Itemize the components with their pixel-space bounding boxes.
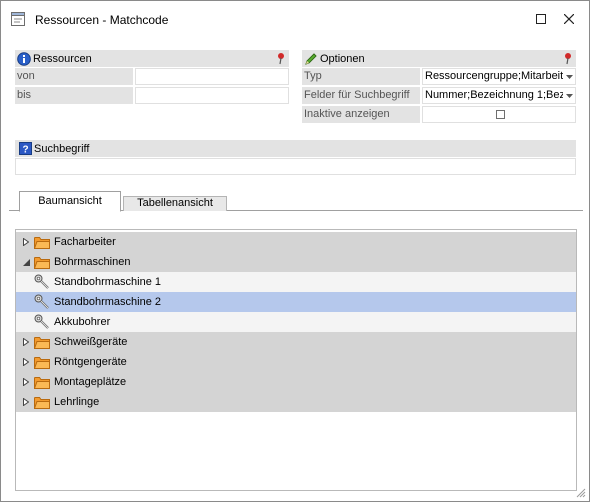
window-title: Ressourcen - Matchcode (35, 13, 169, 27)
bis-label: bis (15, 87, 133, 104)
folder-icon (34, 256, 50, 269)
inaktive-label: Inaktive anzeigen (302, 106, 420, 123)
tree-node-label: Facharbeiter (54, 236, 116, 248)
ressourcen-header: Ressourcen (15, 50, 289, 67)
collapse-arrow-icon[interactable] (21, 257, 31, 267)
tree-node-label: Akkubohrer (54, 316, 111, 328)
tree-group-row[interactable]: Lehrlinge (16, 392, 576, 412)
pencil-icon (305, 52, 317, 65)
tree-group-row[interactable]: Bohrmaschinen (16, 252, 576, 272)
suchbegriff-title: Suchbegriff (34, 142, 90, 155)
tree-node-label: Standbohrmaschine 1 (54, 276, 162, 288)
close-icon (564, 14, 574, 24)
title-bar[interactable]: Ressourcen - Matchcode (1, 1, 589, 37)
close-button[interactable] (554, 7, 584, 31)
felder-label: Felder für Suchbegriff (302, 87, 420, 104)
tree-item-row[interactable]: Standbohrmaschine 2 (16, 292, 576, 312)
folder-icon (34, 236, 50, 249)
folder-icon (34, 336, 50, 349)
svg-text:?: ? (22, 145, 28, 156)
expand-arrow-icon[interactable] (21, 377, 31, 387)
tree-group-row[interactable]: Röntgengeräte (16, 352, 576, 372)
tree-item-row[interactable]: Akkubohrer (16, 312, 576, 332)
tree-item-row[interactable]: Standbohrmaschine 1 (16, 272, 576, 292)
inaktive-checkbox[interactable] (496, 110, 505, 119)
wrench-icon (34, 294, 49, 309)
tab-baumansicht-label: Baumansicht (38, 195, 102, 207)
felder-value: Nummer;Bezeichnung 1;Bezeichnung 2 (425, 89, 575, 101)
pin-icon[interactable] (563, 52, 573, 65)
folder-icon (34, 396, 50, 409)
typ-combo[interactable]: Ressourcengruppe;Mitarbeiter (422, 68, 576, 85)
folder-icon (34, 356, 50, 369)
typ-label: Typ (302, 68, 420, 85)
tab-baumansicht[interactable]: Baumansicht (19, 191, 121, 212)
wrench-icon (34, 274, 49, 289)
von-input[interactable] (135, 68, 289, 85)
expand-arrow-icon[interactable] (21, 337, 31, 347)
wrench-icon (34, 314, 49, 329)
tab-tabellenansicht-label: Tabellenansicht (137, 197, 213, 209)
chevron-down-icon[interactable] (563, 88, 575, 103)
maximize-button[interactable] (526, 7, 556, 31)
folder-icon (34, 376, 50, 389)
tree-node-label: Bohrmaschinen (54, 256, 131, 268)
expand-arrow-icon[interactable] (21, 237, 31, 247)
ressourcen-title: Ressourcen (33, 52, 92, 65)
suchbegriff-input[interactable] (15, 158, 576, 175)
bis-input[interactable] (135, 87, 289, 104)
tree-group-row[interactable]: Schweißgeräte (16, 332, 576, 352)
suchbegriff-header: ? Suchbegriff (15, 140, 576, 157)
felder-combo[interactable]: Nummer;Bezeichnung 1;Bezeichnung 2 (422, 87, 576, 104)
matchcode-window: Ressourcen - Matchcode Ressourcen von bi… (0, 0, 590, 502)
tree-node-label: Lehrlinge (54, 396, 100, 408)
tree-group-row[interactable]: Facharbeiter (16, 232, 576, 252)
help-icon: ? (19, 142, 32, 155)
optionen-header: Optionen (302, 50, 576, 67)
maximize-icon (536, 14, 546, 24)
chevron-down-icon[interactable] (563, 69, 575, 84)
tree-node-label: Montageplätze (54, 376, 127, 388)
tree-group-row[interactable]: Montageplätze (16, 372, 576, 392)
typ-value: Ressourcengruppe;Mitarbeiter (425, 70, 573, 82)
info-icon (17, 51, 31, 66)
tab-tabellenansicht[interactable]: Tabellenansicht (123, 196, 227, 211)
optionen-title: Optionen (320, 52, 365, 65)
expand-arrow-icon[interactable] (21, 397, 31, 407)
inaktive-cell (422, 106, 576, 123)
tree-node-label: Röntgengeräte (54, 356, 127, 368)
von-label: von (15, 68, 133, 85)
resize-grip-icon[interactable] (574, 486, 586, 498)
app-window-icon (11, 12, 25, 26)
pin-icon[interactable] (276, 52, 286, 65)
resource-tree[interactable]: Facharbeiter Bohrmaschinen Standbohrmaschi… (15, 229, 577, 491)
expand-arrow-icon[interactable] (21, 357, 31, 367)
tree-node-label: Standbohrmaschine 2 (54, 296, 162, 308)
tree-node-label: Schweißgeräte (54, 336, 128, 348)
